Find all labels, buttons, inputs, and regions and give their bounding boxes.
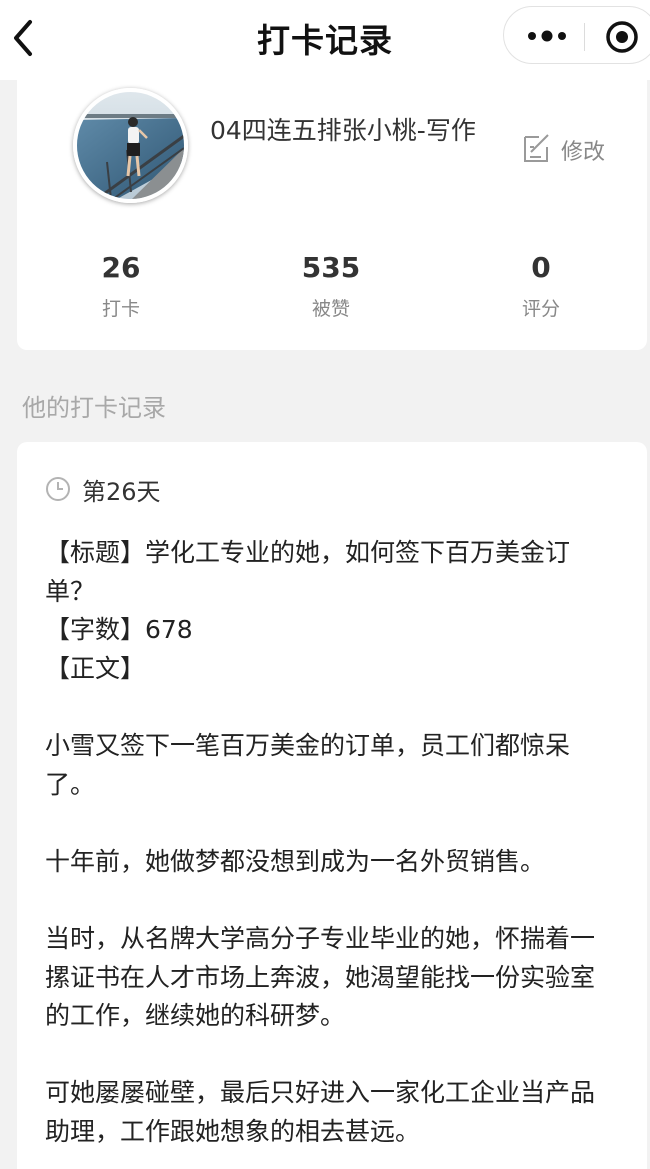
edit-icon [524,134,549,162]
section-title: 他的打卡记录 [22,394,166,422]
target-close-icon [606,21,638,53]
content-paragraph: 当时，从名牌大学高分子专业毕业的她，怀揣着一摞证书在人才市场上奔波，她渴望能找一… [45,923,596,1031]
record-card[interactable]: 第26天 【标题】学化工专业的她，如何签下百万美金订单？ 【字数】678 【正文】小… [17,442,647,1169]
content-paragraph: 可她屡屡碰壁，最后只好进入一家化工企业当产品助理，工作跟她想象的相去甚远。 [45,1078,596,1146]
avatar-photo [77,92,184,199]
stat-likes-label: 被赞 [311,298,350,320]
content-paragraph: 【标题】学化工专业的她，如何签下百万美金订单？ [45,538,571,606]
stat-checkins: 26 打卡 [41,248,201,321]
mini-program-capsule [503,6,650,64]
username: 04四连五排张小桃-写作 [210,116,476,145]
more-dots-icon [528,30,566,42]
content-paragraph: 【字数】678 [45,615,193,645]
navbar: 打卡记录 [0,0,650,80]
close-button[interactable] [604,19,640,55]
edit-label: 修改 [561,140,606,165]
clock-icon [46,477,70,501]
stat-likes: 535 被赞 [251,248,411,321]
content-paragraph: 十年前，她做梦都没想到成为一名外贸销售。 [45,846,546,876]
content-paragraph: 小雪又签下一笔百万美金的订单，员工们都惊呆了。 [45,730,571,799]
edit-profile-button[interactable]: 修改 [522,128,622,170]
avatar[interactable] [73,88,188,203]
stat-likes-value: 535 [301,251,361,284]
stat-score-value: 0 [531,251,551,284]
stat-score-label: 评分 [521,298,560,320]
stat-score: 0 评分 [461,248,621,321]
more-button[interactable] [522,23,572,49]
stat-checkins-label: 打卡 [101,298,140,320]
capsule-divider [584,23,585,51]
profile-card: 04四连五排张小桃-写作 修改 26 打卡 535 被赞 0 评分 [17,80,647,350]
content-paragraph: 【正文】 [45,653,146,683]
day-label: 第26天 [82,478,161,506]
record-content: 【标题】学化工专业的她，如何签下百万美金订单？ 【字数】678 【正文】小雪又签下一… [45,534,615,1152]
stat-checkins-value: 26 [101,251,141,284]
